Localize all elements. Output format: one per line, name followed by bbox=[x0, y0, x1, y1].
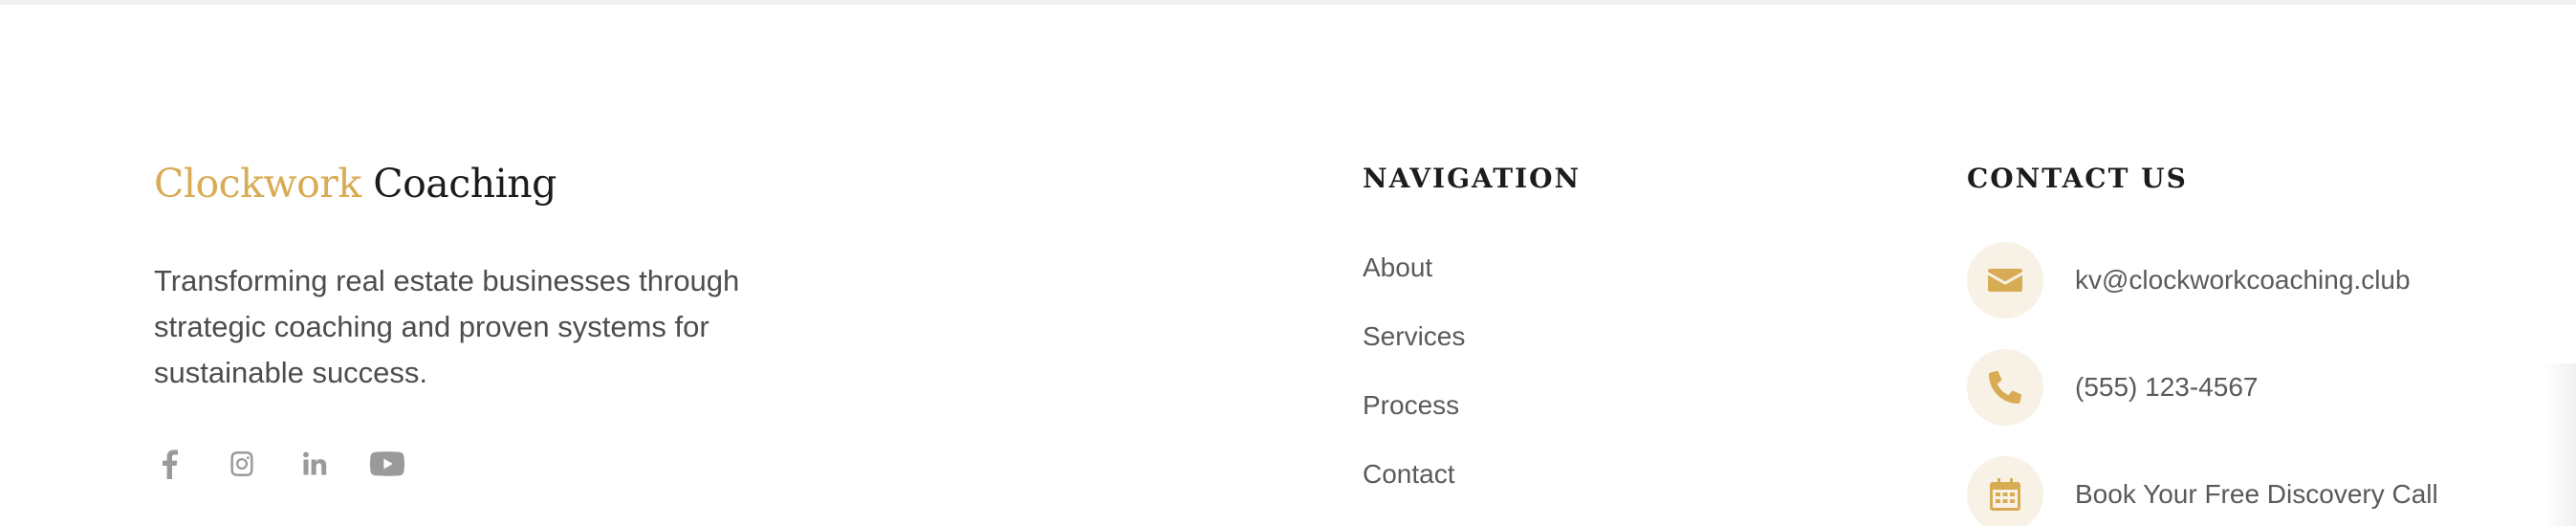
calendar-icon bbox=[1967, 456, 2043, 526]
footer-top-border bbox=[0, 0, 2576, 5]
social-links bbox=[151, 446, 405, 482]
navigation-heading: NAVIGATION bbox=[1363, 163, 1582, 194]
facebook-icon[interactable] bbox=[151, 446, 187, 482]
navigation-list: About Services Process Contact bbox=[1363, 251, 1465, 526]
nav-link-services[interactable]: Services bbox=[1363, 319, 1465, 388]
brand-name-dark: Coaching bbox=[373, 161, 557, 207]
edge-shadow bbox=[2543, 363, 2576, 526]
email-address[interactable]: kv@clockworkcoaching.club bbox=[2075, 265, 2411, 296]
brand-logo[interactable]: Clockwork Coaching bbox=[154, 161, 557, 207]
footer-tagline: Transforming real estate businesses thro… bbox=[154, 264, 740, 389]
phone-icon bbox=[1967, 349, 2043, 426]
brand-name-accent: Clockwork bbox=[154, 161, 361, 207]
youtube-icon[interactable] bbox=[369, 446, 405, 482]
contact-booking[interactable]: Book Your Free Discovery Call bbox=[1967, 456, 2438, 526]
nav-link-contact[interactable]: Contact bbox=[1363, 457, 1465, 526]
nav-link-about[interactable]: About bbox=[1363, 251, 1465, 319]
contact-phone[interactable]: (555) 123-4567 bbox=[1967, 349, 2258, 426]
instagram-icon[interactable] bbox=[224, 446, 260, 482]
phone-number[interactable]: (555) 123-4567 bbox=[2075, 372, 2258, 403]
contact-email[interactable]: kv@clockworkcoaching.club bbox=[1967, 242, 2411, 318]
envelope-icon bbox=[1967, 242, 2043, 318]
book-discovery-call-link[interactable]: Book Your Free Discovery Call bbox=[2075, 479, 2438, 510]
nav-link-process[interactable]: Process bbox=[1363, 388, 1465, 457]
contact-heading: CONTACT US bbox=[1967, 163, 2188, 194]
linkedin-icon[interactable] bbox=[296, 446, 333, 482]
